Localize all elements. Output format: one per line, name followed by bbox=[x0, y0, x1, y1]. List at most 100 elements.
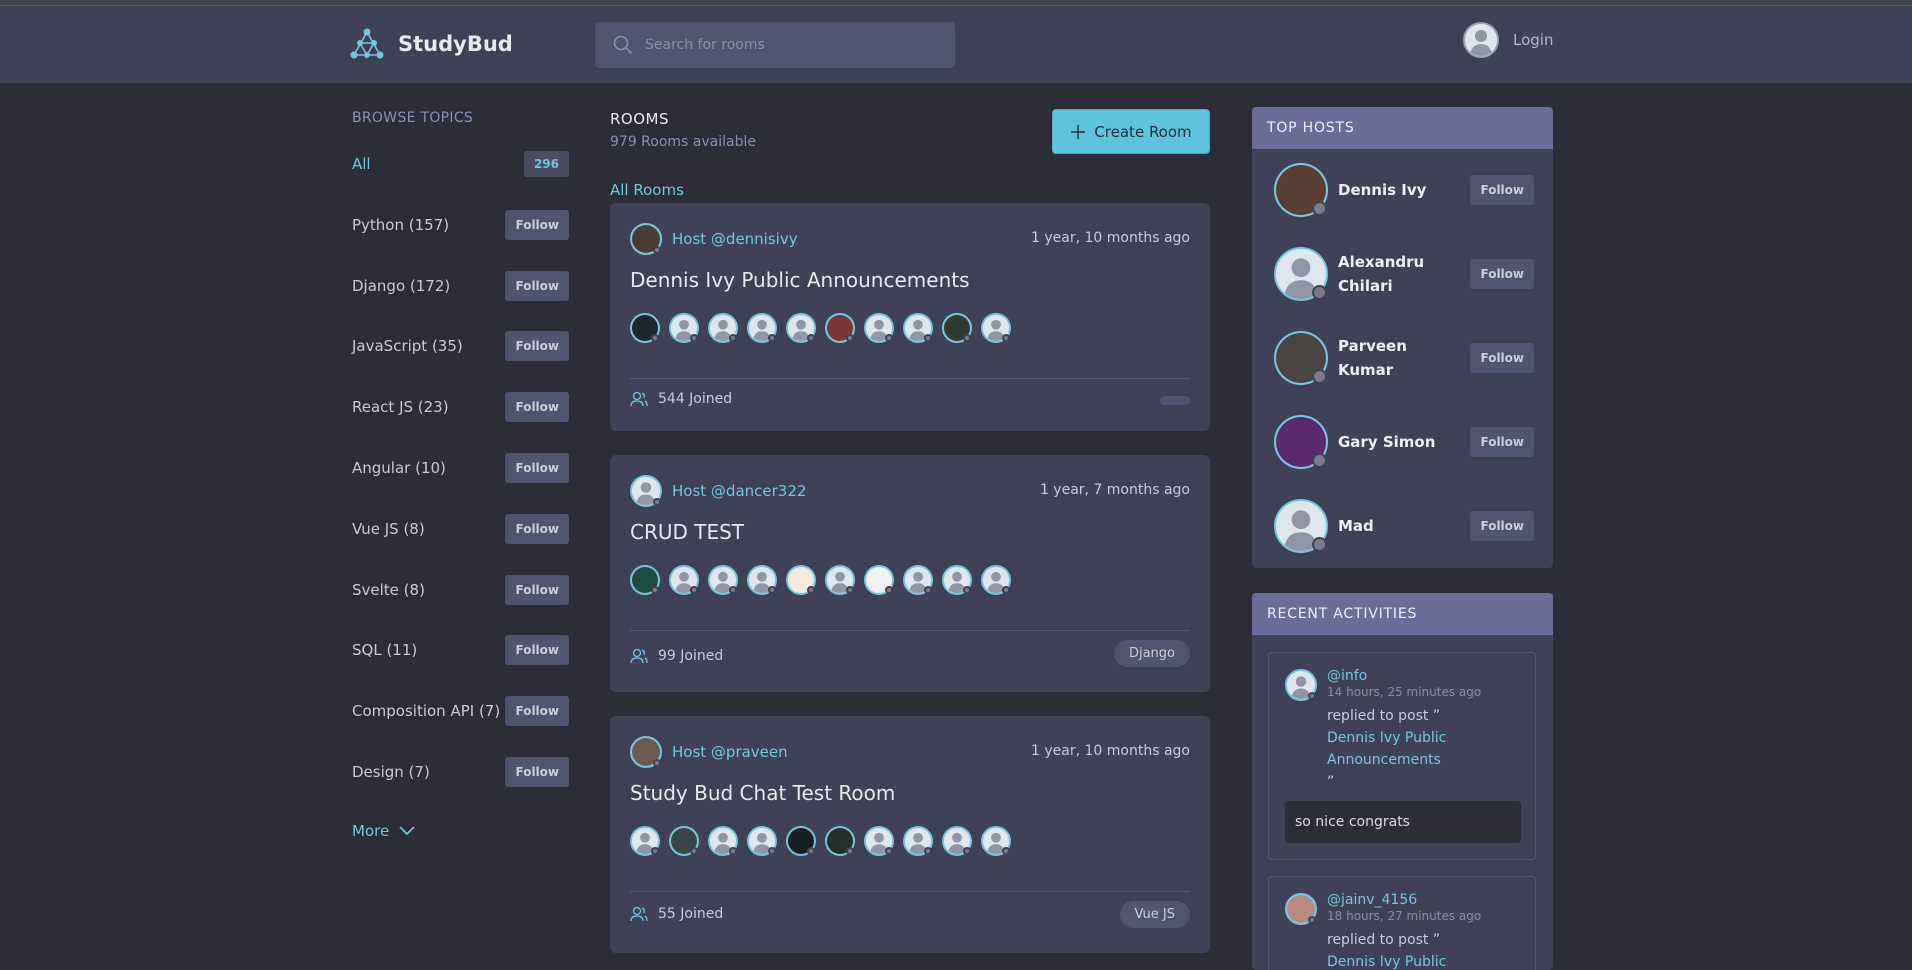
follow-topic-button[interactable]: Follow bbox=[505, 331, 569, 361]
topic-label: Svelte (8) bbox=[352, 581, 425, 599]
create-room-button[interactable]: Create Room bbox=[1052, 109, 1210, 154]
room-title[interactable]: Study Bud Chat Test Room bbox=[630, 781, 895, 805]
room-host-label: Host @dancer322 bbox=[672, 482, 807, 500]
participant-avatar[interactable] bbox=[630, 826, 660, 856]
login-link[interactable]: Login bbox=[1463, 22, 1553, 58]
card-divider bbox=[630, 378, 1190, 379]
participant-avatar[interactable] bbox=[942, 826, 972, 856]
topic-all[interactable]: All 296 bbox=[352, 148, 569, 180]
room-host-link[interactable]: Host @praveen bbox=[630, 736, 788, 768]
search-input[interactable] bbox=[645, 37, 935, 53]
participant-avatar[interactable] bbox=[786, 313, 816, 343]
joined-count: 99 Joined bbox=[658, 648, 724, 664]
participant-avatar[interactable] bbox=[981, 313, 1011, 343]
participant-avatar[interactable] bbox=[903, 826, 933, 856]
room-topic-tag[interactable]: Vue JS bbox=[1119, 901, 1190, 928]
room-title[interactable]: Dennis Ivy Public Announcements bbox=[630, 268, 970, 292]
participant-avatar[interactable] bbox=[630, 565, 660, 595]
follow-topic-button[interactable]: Follow bbox=[505, 514, 569, 544]
create-room-label: Create Room bbox=[1094, 122, 1192, 141]
follow-host-button[interactable]: Follow bbox=[1470, 511, 1534, 541]
room-host-link[interactable]: Host @dennisivy bbox=[630, 223, 798, 255]
follow-host-button[interactable]: Follow bbox=[1470, 259, 1534, 289]
topic-item[interactable]: Svelte (8) Follow bbox=[352, 574, 569, 606]
room-title[interactable]: CRUD TEST bbox=[630, 520, 744, 544]
participant-avatar[interactable] bbox=[747, 313, 777, 343]
topic-item[interactable]: JavaScript (35) Follow bbox=[352, 330, 569, 362]
participant-avatar[interactable] bbox=[708, 826, 738, 856]
participant-avatar[interactable] bbox=[942, 565, 972, 595]
host-item[interactable]: Mad Follow bbox=[1274, 499, 1534, 553]
participant-avatar[interactable] bbox=[903, 565, 933, 595]
follow-host-button[interactable]: Follow bbox=[1470, 427, 1534, 457]
room-host-link[interactable]: Host @dancer322 bbox=[630, 475, 806, 507]
participant-avatar[interactable] bbox=[708, 565, 738, 595]
participant-avatar[interactable] bbox=[630, 313, 660, 343]
participant-avatar[interactable] bbox=[903, 313, 933, 343]
activity-post-link[interactable]: Dennis Ivy Public bbox=[1327, 951, 1522, 970]
participant-avatar[interactable] bbox=[864, 826, 894, 856]
host-item[interactable]: Dennis Ivy Follow bbox=[1274, 163, 1534, 217]
participant-avatar[interactable] bbox=[786, 826, 816, 856]
host-avatar bbox=[1274, 499, 1328, 553]
participant-avatar[interactable] bbox=[981, 826, 1011, 856]
topic-label: React JS (23) bbox=[352, 398, 449, 416]
room-participants bbox=[630, 565, 1011, 595]
topic-item[interactable]: Vue JS (8) Follow bbox=[352, 513, 569, 545]
activity-post-link[interactable]: Dennis Ivy Public Announcements bbox=[1327, 727, 1522, 771]
participant-avatar[interactable] bbox=[825, 826, 855, 856]
activity-user[interactable]: @jainv_4156 bbox=[1327, 892, 1522, 908]
participant-avatar[interactable] bbox=[669, 313, 699, 343]
topic-item[interactable]: Composition API (7) Follow bbox=[352, 695, 569, 727]
host-item[interactable]: Gary Simon Follow bbox=[1274, 415, 1534, 469]
topic-item[interactable]: Django (172) Follow bbox=[352, 270, 569, 302]
participant-avatar[interactable] bbox=[942, 313, 972, 343]
browse-topics-title: BROWSE TOPICS bbox=[352, 110, 474, 126]
participant-avatar[interactable] bbox=[786, 565, 816, 595]
follow-host-button[interactable]: Follow bbox=[1470, 175, 1534, 205]
more-topics-link[interactable]: More bbox=[352, 822, 415, 840]
topic-label: Composition API (7) bbox=[352, 702, 501, 720]
top-hosts-panel: TOP HOSTS Dennis Ivy Follow Alexandru Ch… bbox=[1252, 107, 1553, 568]
participant-avatar[interactable] bbox=[669, 826, 699, 856]
host-item[interactable]: Alexandru Chilari Follow bbox=[1274, 247, 1534, 301]
follow-topic-button[interactable]: Follow bbox=[505, 575, 569, 605]
participant-avatar[interactable] bbox=[669, 565, 699, 595]
participant-avatar[interactable] bbox=[747, 565, 777, 595]
follow-topic-button[interactable]: Follow bbox=[505, 453, 569, 483]
participant-avatar[interactable] bbox=[708, 313, 738, 343]
activity-user-avatar[interactable] bbox=[1285, 893, 1317, 929]
participant-avatar[interactable] bbox=[864, 313, 894, 343]
topic-item[interactable]: Python (157) Follow bbox=[352, 209, 569, 241]
follow-topic-button[interactable]: Follow bbox=[505, 210, 569, 240]
topic-item[interactable]: Angular (10) Follow bbox=[352, 452, 569, 484]
follow-topic-button[interactable]: Follow bbox=[505, 392, 569, 422]
participant-avatar[interactable] bbox=[981, 565, 1011, 595]
topic-item[interactable]: React JS (23) Follow bbox=[352, 391, 569, 423]
brand-logo[interactable]: StudyBud bbox=[350, 28, 513, 60]
topic-item[interactable]: Design (7) Follow bbox=[352, 756, 569, 788]
room-joined: 55 Joined bbox=[630, 906, 723, 922]
participant-avatar[interactable] bbox=[825, 313, 855, 343]
participant-avatar[interactable] bbox=[864, 565, 894, 595]
follow-topic-button[interactable]: Follow bbox=[505, 757, 569, 787]
follow-topic-button[interactable]: Follow bbox=[505, 696, 569, 726]
all-rooms-link[interactable]: All Rooms bbox=[610, 181, 684, 199]
host-name: Gary Simon bbox=[1338, 433, 1436, 451]
participant-avatar[interactable] bbox=[747, 826, 777, 856]
room-card[interactable]: Host @praveen 1 year, 10 months ago Stud… bbox=[610, 716, 1210, 953]
user-avatar bbox=[1463, 22, 1499, 58]
activity-user-avatar[interactable] bbox=[1285, 669, 1317, 705]
room-topic-tag[interactable]: Django bbox=[1113, 640, 1190, 667]
follow-topic-button[interactable]: Follow bbox=[505, 635, 569, 665]
topic-item[interactable]: SQL (11) Follow bbox=[352, 634, 569, 666]
room-topic-tag[interactable] bbox=[1160, 396, 1190, 405]
follow-host-button[interactable]: Follow bbox=[1470, 343, 1534, 373]
activity-user[interactable]: @info bbox=[1327, 668, 1522, 684]
search-box[interactable] bbox=[595, 22, 955, 68]
host-item[interactable]: Parveen Kumar Follow bbox=[1274, 331, 1534, 385]
follow-topic-button[interactable]: Follow bbox=[505, 271, 569, 301]
room-card[interactable]: Host @dennisivy 1 year, 10 months ago De… bbox=[610, 203, 1210, 431]
room-card[interactable]: Host @dancer322 1 year, 7 months ago CRU… bbox=[610, 455, 1210, 692]
participant-avatar[interactable] bbox=[825, 565, 855, 595]
